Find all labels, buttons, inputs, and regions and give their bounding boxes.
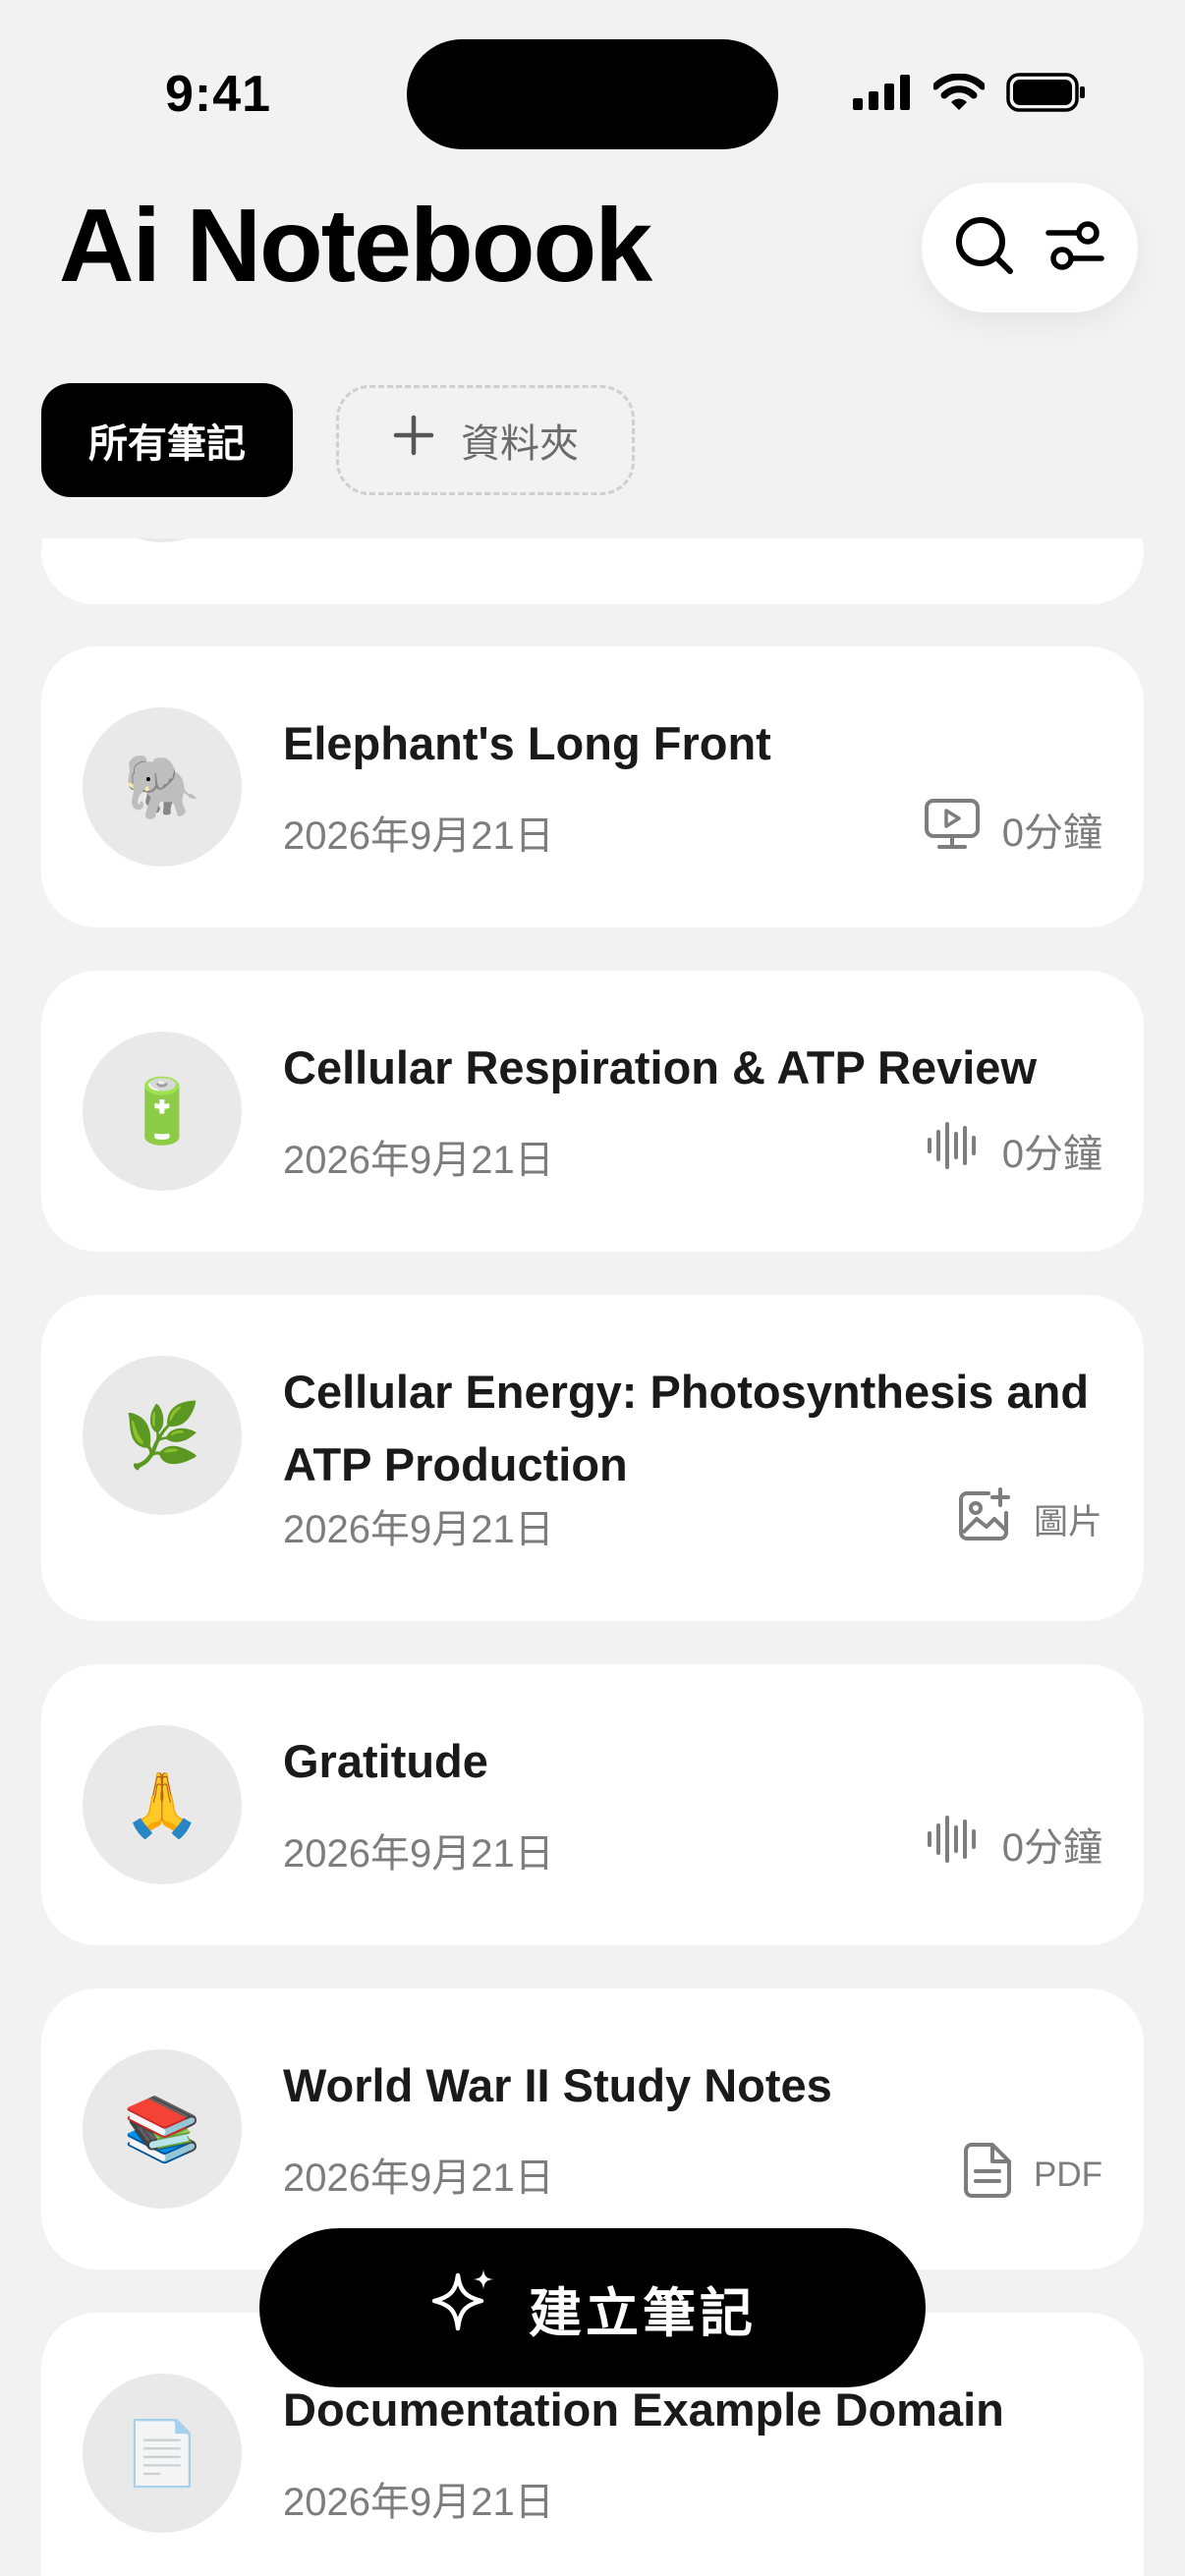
dynamic-island (407, 39, 778, 149)
battery-emoji-icon: 🔋 (123, 1076, 201, 1147)
note-title: Cellular Respiration & ATP Review (283, 1041, 1038, 1093)
note-meta: 0分鐘 (926, 1816, 1102, 1873)
audio-wave-icon (926, 1816, 981, 1873)
header-actions (922, 183, 1138, 312)
duration-label: 0分鐘 (1001, 1826, 1102, 1870)
note-date: 2026年9月21日 (283, 814, 554, 858)
elephant-emoji-icon: 🐘 (123, 752, 201, 822)
duration-label: 0分鐘 (1001, 812, 1102, 855)
praying-hands-emoji-icon: 🙏 (123, 1769, 201, 1840)
document-emoji-icon: 📄 (123, 2418, 201, 2489)
status-time: 9:41 (165, 66, 272, 123)
media-type-label: PDF (1034, 2155, 1102, 2194)
note-date: 2026年9月21日 (283, 1139, 554, 1182)
note-card[interactable]: 🌿 Cellular Energy: Photosynthesis and AT… (41, 1295, 1144, 1621)
note-meta: PDF (963, 2142, 1102, 2208)
note-title: Gratitude (283, 1735, 488, 1787)
note-meta: 0分鐘 (926, 1122, 1102, 1179)
battery-icon (1006, 73, 1087, 117)
note-date: 2026年9月21日 (283, 2481, 554, 2524)
add-folder-button[interactable]: 資料夾 (336, 385, 635, 495)
note-card[interactable]: 🐘 Elephant's Long Front 2026年9月21日 0分鐘 (41, 646, 1144, 927)
plus-icon (392, 414, 435, 467)
sparkle-icon (428, 2266, 501, 2351)
note-date: 2026年9月21日 (283, 1832, 554, 1876)
note-avatar: 🔋 (83, 1032, 242, 1191)
screen: 9:41 Ai Notebook 所有筆記 資料夾 🐘 Elephant's L… (0, 0, 1185, 2576)
audio-wave-icon (926, 1122, 981, 1179)
media-type-label: 圖片 (1033, 1503, 1102, 1541)
filter-button[interactable] (1036, 208, 1114, 287)
note-avatar: 🙏 (83, 1725, 242, 1884)
search-icon (953, 214, 1016, 282)
note-title: Elephant's Long Front (283, 717, 771, 769)
app-title: Ai Notebook (59, 188, 652, 304)
wifi-icon (931, 73, 987, 116)
note-card[interactable]: 🙏 Gratitude 2026年9月21日 0分鐘 (41, 1664, 1144, 1945)
image-add-icon (957, 1487, 1012, 1551)
note-date: 2026年9月21日 (283, 2156, 554, 2200)
video-icon (924, 798, 981, 861)
note-avatar: 🐘 (83, 707, 242, 867)
note-avatar: 🌿 (83, 1356, 242, 1515)
note-title: Cellular Energy: Photosynthesis and ATP … (283, 1366, 1090, 1490)
note-avatar: 📚 (83, 2049, 242, 2209)
note-title: World War II Study Notes (283, 2059, 832, 2111)
note-meta: 0分鐘 (924, 798, 1102, 861)
status-icons (853, 73, 1087, 117)
search-button[interactable] (945, 208, 1024, 287)
herb-emoji-icon: 🌿 (123, 1400, 201, 1471)
create-note-label: 建立筆記 (529, 2283, 757, 2343)
tab-all-notes[interactable]: 所有筆記 (41, 383, 293, 497)
note-card[interactable]: 🔋 Cellular Respiration & ATP Review 2026… (41, 971, 1144, 1252)
books-emoji-icon: 📚 (123, 2094, 201, 2164)
sliders-icon (1044, 215, 1105, 281)
note-avatar (83, 538, 242, 542)
note-meta: 圖片 (957, 1487, 1102, 1551)
duration-label: 0分鐘 (1001, 1133, 1102, 1176)
note-avatar: 📄 (83, 2374, 242, 2533)
create-note-button[interactable]: 建立筆記 (259, 2228, 926, 2387)
add-folder-label: 資料夾 (461, 422, 579, 466)
pdf-file-icon (963, 2142, 1012, 2208)
note-card[interactable] (41, 538, 1144, 604)
note-date: 2026年9月21日 (283, 1508, 554, 1551)
cellular-signal-icon (853, 75, 912, 115)
